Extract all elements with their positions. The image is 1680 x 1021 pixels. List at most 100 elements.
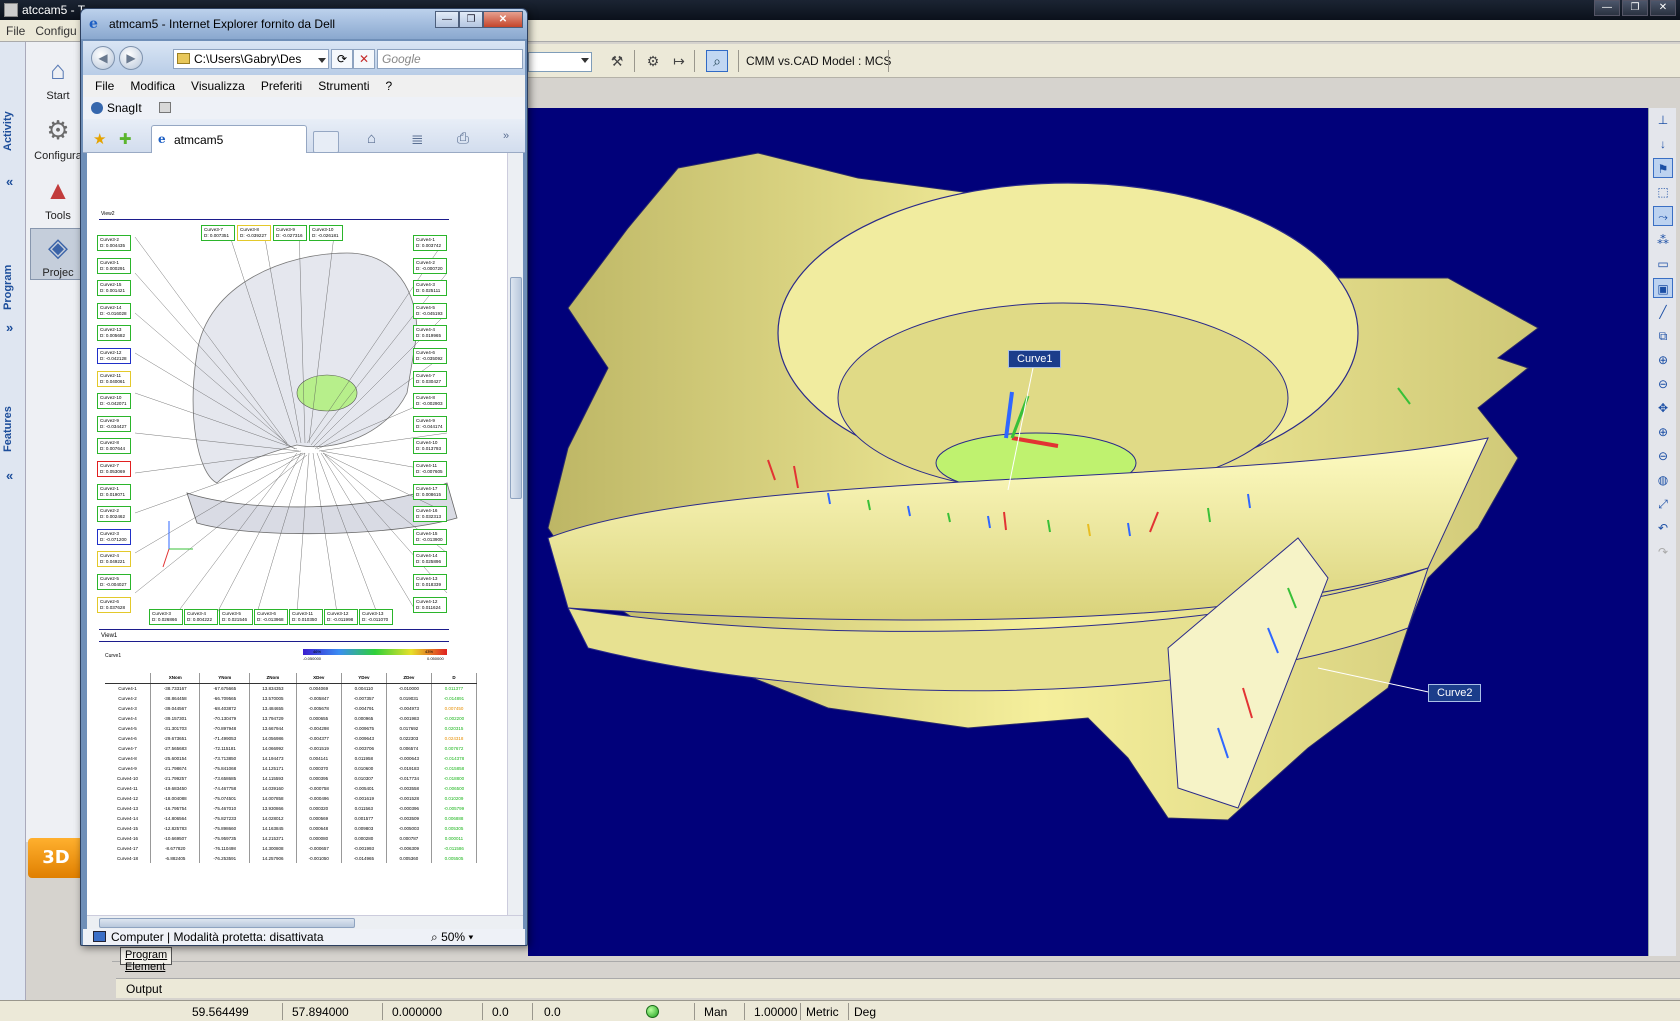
copy-icon[interactable]: ⧉ <box>1653 326 1673 346</box>
line-icon[interactable]: ╱ <box>1653 302 1673 322</box>
forward-icon[interactable]: ▶ <box>119 46 143 70</box>
close-button[interactable]: ✕ <box>1650 0 1676 16</box>
chevron-left-icon[interactable]: « <box>6 174 13 189</box>
snagit-button[interactable]: SnagIt <box>107 101 142 115</box>
curve-box-value: D: 0.018339 <box>416 582 442 587</box>
refresh-icon[interactable]: ⟳ <box>331 49 353 69</box>
ie-menu-preferiti[interactable]: Preferiti <box>261 79 302 93</box>
curve-box-value: D: 0.021546 <box>222 617 248 622</box>
table-cell: -8.677820 <box>150 843 201 853</box>
search-icon[interactable]: ⌕ <box>706 50 728 72</box>
table-cell: -21.798674 <box>150 763 201 773</box>
zoom-window-icon[interactable]: ⊖ <box>1653 374 1673 394</box>
tab-atmcam5[interactable]: e atmcam5 <box>151 125 307 153</box>
probe-icon[interactable]: ⚙ <box>642 50 664 72</box>
print-icon[interactable]: ⎙ <box>457 130 469 147</box>
curve1-callout[interactable]: Curve1 <box>1008 350 1062 368</box>
capture-icon[interactable] <box>159 102 171 113</box>
feeds-icon[interactable]: ≣ <box>411 130 424 148</box>
address-input[interactable]: C:\Users\Gabry\Des <box>173 49 317 69</box>
curve-box: Curve4-10 D: 0.013793 <box>413 438 447 455</box>
cad-viewport[interactable]: Curve1 Curve2 <box>528 108 1648 956</box>
scroll-thumb[interactable] <box>99 918 355 928</box>
table-cell: 0.006574 <box>386 743 432 753</box>
ie-vertical-scrollbar[interactable] <box>507 153 523 915</box>
table-cell: -0.011586 <box>431 843 478 853</box>
points-icon[interactable]: ⁂ <box>1653 230 1673 250</box>
start-tool[interactable]: ⌂ Start <box>30 52 86 103</box>
select-icon[interactable]: ⬚ <box>1653 182 1673 202</box>
undo-icon[interactable]: ↶ <box>1653 518 1673 538</box>
curve-box-value: D: -0.007605 <box>416 469 443 474</box>
curve-box: Curve3-13 D: -0.011070 <box>359 609 393 625</box>
project-tool[interactable]: ◈ Projec <box>30 228 86 280</box>
ie-close-button[interactable]: ✕ <box>483 11 523 28</box>
add-favorite-icon[interactable]: ✚ <box>119 130 132 148</box>
ie-minimize-button[interactable]: — <box>435 11 459 28</box>
zoom-control[interactable]: ⌕ 50% ▾ <box>431 930 473 945</box>
configure-tool[interactable]: ⚙ Configura <box>30 112 86 163</box>
curve-box: Curve2-5 D: -0.004027 <box>97 574 131 590</box>
tab-program[interactable]: Program <box>2 242 24 332</box>
chevron-left-icon[interactable]: « <box>6 468 13 483</box>
ie-maximize-button[interactable]: ❐ <box>459 11 483 28</box>
favorites-star-icon[interactable]: ★ <box>93 130 106 148</box>
home-icon[interactable]: ⌂ <box>367 130 376 147</box>
toolbar-combo[interactable] <box>528 52 592 72</box>
table-cell: Curve4-13 <box>105 803 151 813</box>
curve-box-value: D: 0.019965 <box>416 333 442 339</box>
table-cell: 0.019031 <box>386 693 432 703</box>
bottom-splitter[interactable] <box>112 956 1680 962</box>
stop-icon[interactable]: ✕ <box>353 49 375 69</box>
chevron-right-icon[interactable]: » <box>6 320 13 335</box>
plane-icon[interactable]: ▭ <box>1653 254 1673 274</box>
table-row: Curve4-7 -27.565683 -72.115181 14.066992 -0.… <box>105 743 478 753</box>
back-icon[interactable]: ◀ <box>91 46 115 70</box>
path-icon[interactable]: ⤳ <box>1653 206 1673 226</box>
ie-menu-file[interactable]: File <box>95 79 114 93</box>
minimize-button[interactable]: — <box>1594 0 1620 16</box>
ie-title-bar[interactable]: e atmcam5 - Internet Explorer fornito da… <box>81 9 527 39</box>
table-cell: -0.010000 <box>386 683 432 693</box>
fit-icon[interactable]: ⤢ <box>1653 494 1673 514</box>
ie-menu-visualizza[interactable]: Visualizza <box>191 79 245 93</box>
tab-features[interactable]: Features <box>2 382 24 476</box>
probe-icon[interactable]: ↓ <box>1653 134 1673 154</box>
menu-configure[interactable]: Configu <box>35 24 76 38</box>
ie-menu-help[interactable]: ? <box>386 79 393 93</box>
ie-horizontal-scrollbar[interactable] <box>87 915 523 929</box>
app-icon <box>4 3 18 17</box>
table-row: Curve4-13 -16.795754 -75.467010 13.930866 0.… <box>105 803 478 813</box>
ie-menu-strumenti[interactable]: Strumenti <box>318 79 369 93</box>
curve-box-value: D: 0.025111 <box>416 288 441 294</box>
flag-icon[interactable]: ⚑ <box>1653 158 1673 178</box>
zoom-area-icon[interactable]: ⊕ <box>1653 350 1673 370</box>
zoom-in-icon[interactable]: ⊕ <box>1653 422 1673 442</box>
globe-icon[interactable]: ◍ <box>1653 470 1673 490</box>
tools-tool[interactable]: ▲ Tools <box>30 172 86 223</box>
tab-program-element[interactable]: Program Element <box>120 947 173 973</box>
curve-box-value: D: 0.007644 <box>100 446 126 452</box>
table-cell: -0.014891 <box>431 693 478 703</box>
axis-icon[interactable]: ⊥ <box>1653 110 1673 130</box>
display-icon[interactable]: ▣ <box>1653 278 1673 298</box>
tab-activity[interactable]: Activity <box>2 94 24 168</box>
chevron-right-icon[interactable]: » <box>503 130 509 142</box>
table-cell: -72.115181 <box>199 743 250 753</box>
curve2-callout[interactable]: Curve2 <box>1428 684 1482 702</box>
measure-icon[interactable]: ↦ <box>668 50 690 72</box>
table-cell: 0.000080 <box>296 833 342 843</box>
ie-menu-modifica[interactable]: Modifica <box>130 79 175 93</box>
new-tab-button[interactable] <box>313 131 339 153</box>
chevron-down-icon <box>581 58 589 63</box>
scroll-thumb[interactable] <box>510 277 522 499</box>
pan-icon[interactable]: ✥ <box>1653 398 1673 418</box>
menu-file[interactable]: File <box>6 24 25 38</box>
hammer-icon[interactable]: ⚒ <box>606 50 628 72</box>
zoom-out-icon[interactable]: ⊖ <box>1653 446 1673 466</box>
search-input[interactable]: Google <box>377 49 523 69</box>
maximize-button[interactable]: ❐ <box>1622 0 1648 16</box>
curve-box: Curve4-4 D: 0.019965 <box>413 325 447 342</box>
address-dropdown[interactable] <box>315 49 329 69</box>
table-cell: Curve4-11 <box>105 783 151 793</box>
